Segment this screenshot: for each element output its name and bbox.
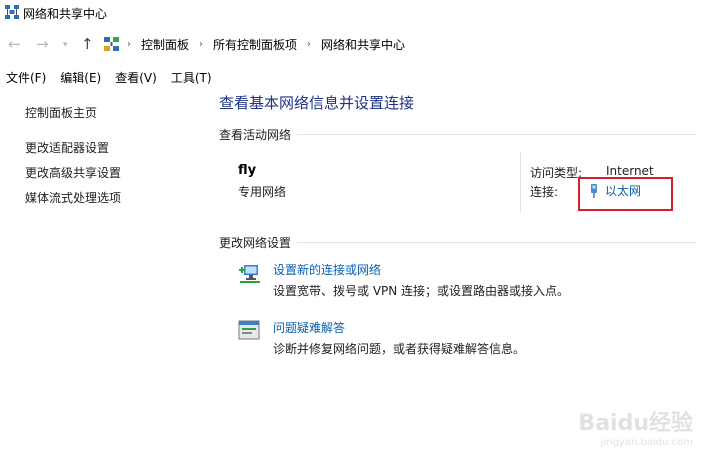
network-divider xyxy=(520,152,521,212)
network-center-icon xyxy=(5,5,19,19)
section-divider xyxy=(297,242,698,243)
breadcrumb-all-items[interactable]: 所有控制面板项 xyxy=(213,36,297,53)
new-connection-desc: 设置宽带、拨号或 VPN 连接；或设置路由器或接入点。 xyxy=(273,284,570,298)
new-connection-icon xyxy=(239,265,260,283)
menu-bar: 文件(F) 编辑(E) 查看(V) 工具(T) xyxy=(0,66,220,88)
change-settings-label: 更改网络设置 xyxy=(219,236,292,250)
active-networks-label: 查看活动网络 xyxy=(219,128,292,142)
menu-view[interactable]: 查看(V) xyxy=(109,66,163,88)
page-title: 查看基本网络信息并设置连接 xyxy=(219,94,415,112)
new-connection-link[interactable]: 设置新的连接或网络 xyxy=(273,261,381,278)
address-row: ← → ▾ ↑ › 控制面板 › 所有控制面板项 › 网络和共享中心 xyxy=(0,28,711,60)
menu-tools[interactable]: 工具(T) xyxy=(165,66,218,88)
back-arrow-icon[interactable]: ← xyxy=(8,35,21,53)
recent-dropdown-icon[interactable]: ▾ xyxy=(63,36,68,54)
forward-arrow-icon[interactable]: → xyxy=(36,35,49,53)
troubleshoot-desc: 诊断并修复网络问题，或者获得疑难解答信息。 xyxy=(273,342,526,356)
window-title: 网络和共享中心 xyxy=(23,7,108,21)
sidebar-item-control-panel-home[interactable]: 控制面板主页 xyxy=(25,104,97,121)
breadcrumb: › 控制面板 › 所有控制面板项 › 网络和共享中心 xyxy=(104,34,415,54)
active-networks-header: 查看活动网络 xyxy=(219,126,698,143)
section-divider xyxy=(297,134,698,135)
network-type: 专用网络 xyxy=(238,185,287,199)
access-type-label: 访问类型: xyxy=(530,166,583,180)
menu-file[interactable]: 文件(F) xyxy=(0,66,52,88)
baidu-watermark: Baidu经验 jingyan.baidu.com xyxy=(578,405,693,448)
sidebar-item-media-streaming[interactable]: 媒体流式处理选项 xyxy=(25,189,121,206)
sidebar-item-adapter-settings[interactable]: 更改适配器设置 xyxy=(25,139,109,156)
breadcrumb-control-panel[interactable]: 控制面板 xyxy=(141,36,189,53)
breadcrumb-separator-icon: › xyxy=(127,38,131,50)
breadcrumb-network-center[interactable]: 网络和共享中心 xyxy=(321,36,405,53)
highlight-box xyxy=(578,177,673,211)
breadcrumb-separator-icon[interactable]: › xyxy=(199,39,203,50)
access-type-value: Internet xyxy=(606,164,654,178)
change-settings-header: 更改网络设置 xyxy=(219,234,698,251)
troubleshoot-link[interactable]: 问题疑难解答 xyxy=(273,319,345,336)
menu-edit[interactable]: 编辑(E) xyxy=(54,66,107,88)
watermark-sub: jingyan.baidu.com xyxy=(600,437,693,448)
watermark-text: Baidu经验 xyxy=(578,411,693,436)
breadcrumb-separator-icon[interactable]: › xyxy=(307,39,311,50)
title-bar: 网络和共享中心 xyxy=(0,0,711,26)
up-arrow-icon[interactable]: ↑ xyxy=(81,35,94,53)
network-name: fly xyxy=(238,163,257,178)
sidebar-item-advanced-sharing[interactable]: 更改高级共享设置 xyxy=(25,164,121,181)
troubleshoot-icon xyxy=(238,320,260,340)
connections-label: 连接: xyxy=(530,185,559,199)
control-panel-icon xyxy=(104,36,119,51)
